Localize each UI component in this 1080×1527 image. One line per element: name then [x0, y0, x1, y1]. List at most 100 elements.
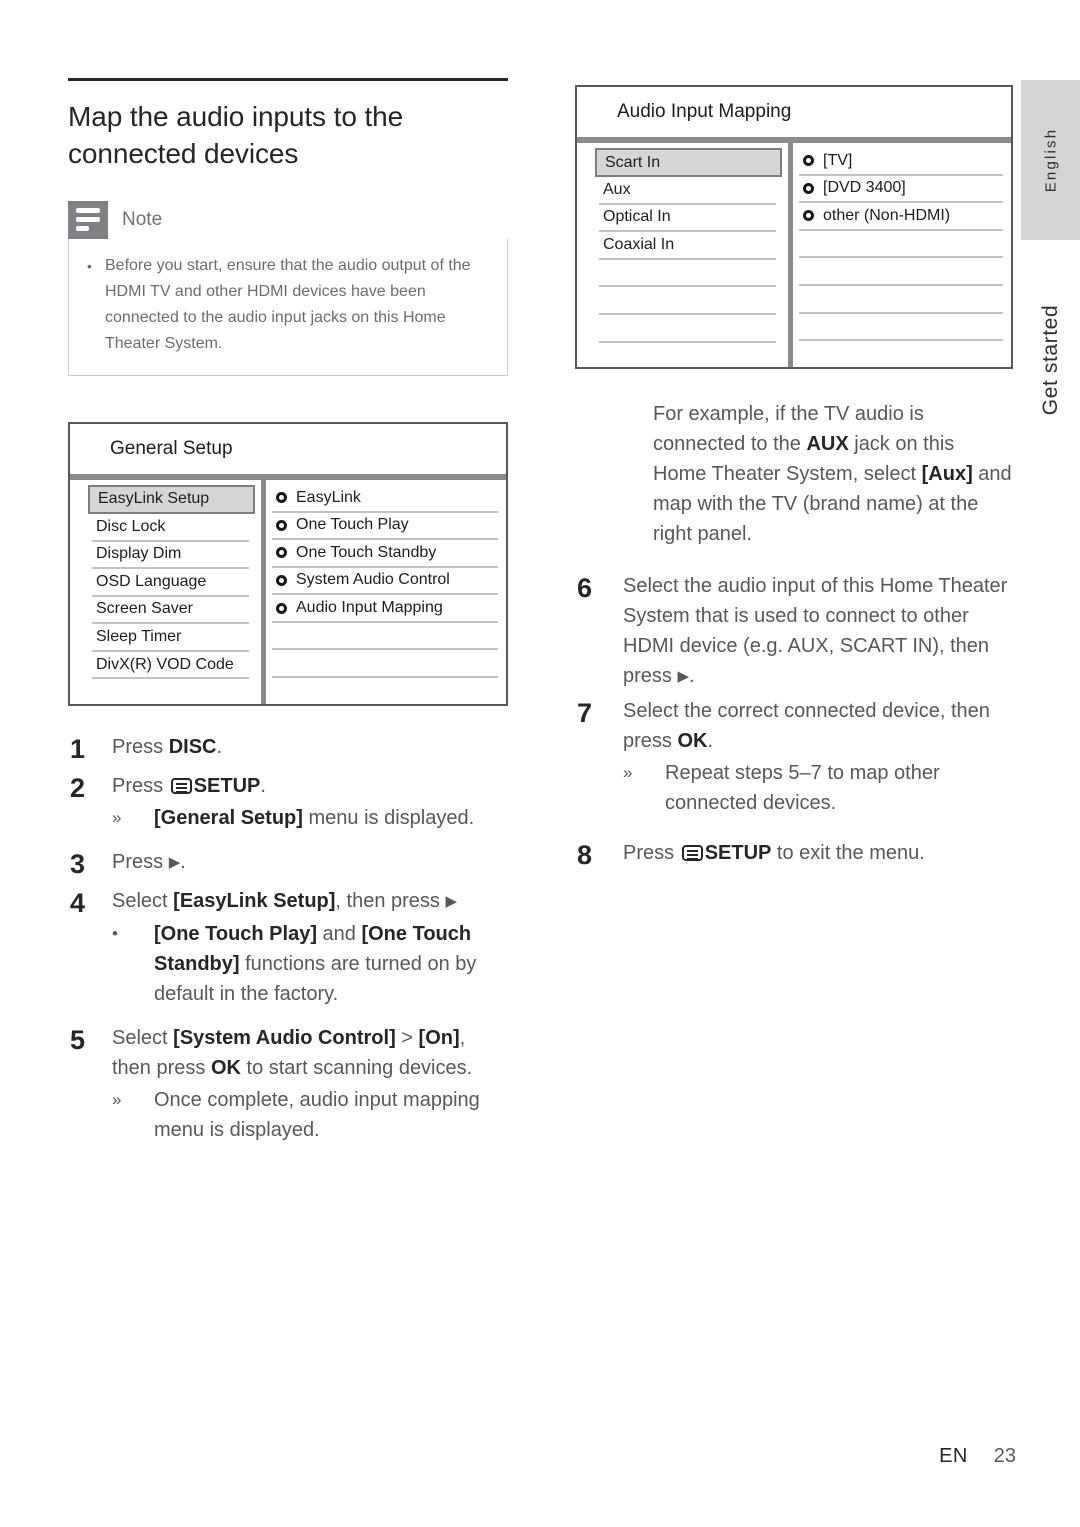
step-text-mid: >: [395, 1026, 419, 1049]
page-footer: EN 23: [0, 1445, 1016, 1468]
setup-icon: [170, 777, 192, 794]
menu-item-label: Optical In: [603, 208, 671, 226]
option-tv[interactable]: [TV]: [799, 148, 1003, 176]
option-easylink[interactable]: EasyLink: [272, 485, 498, 513]
section-tab: Get started: [1021, 260, 1080, 460]
menu-item-blank: [599, 287, 776, 315]
audio-input-mapping-menu-title: Audio Input Mapping: [577, 87, 1011, 143]
step-text-post: .: [689, 665, 695, 687]
audio-input-mapping-menu: Audio Input Mapping Scart In Aux Optical…: [575, 85, 1013, 369]
radio-icon: [276, 492, 287, 504]
key-setup: SETUP: [193, 774, 261, 797]
menu-item-blank: [599, 315, 776, 343]
option-audio-input-mapping[interactable]: Audio Input Mapping: [272, 595, 498, 623]
option-one-touch-standby[interactable]: One Touch Standby: [272, 540, 498, 568]
option-system-audio-control[interactable]: System Audio Control: [272, 568, 498, 596]
menu-item-aux[interactable]: Aux: [599, 177, 776, 205]
step-5-sub: » Once complete, audio input mapping men…: [112, 1085, 508, 1145]
audio-input-right-list: [TV] [DVD 3400] other (Non-HDMI): [793, 143, 1011, 367]
sub-marker: •: [112, 923, 118, 943]
sub-text: [One Touch Play] and [One Touch Standby]…: [154, 919, 508, 1009]
menu-item-label: OSD Language: [96, 572, 207, 590]
sub-marker: »: [623, 763, 633, 782]
title-rule: [68, 78, 508, 81]
menu-ref: [One Touch Play]: [154, 922, 317, 945]
menu-item-coaxial-in[interactable]: Coaxial In: [599, 232, 776, 260]
option-one-touch-play[interactable]: One Touch Play: [272, 513, 498, 541]
option-blank: [272, 650, 498, 679]
menu-item-label: Screen Saver: [96, 600, 193, 618]
step-text: Press SETUP. » [General Setup] menu is d…: [112, 771, 508, 833]
menu-item-sleep-timer[interactable]: Sleep Timer: [92, 624, 249, 652]
key-ok: OK: [210, 1056, 241, 1079]
step-text: Select the audio input of this Home Thea…: [623, 571, 1013, 692]
menu-item-disc-lock[interactable]: Disc Lock: [92, 514, 249, 542]
general-setup-menu-title: General Setup: [70, 424, 506, 480]
step-text-post: to start scanning devices.: [240, 1056, 473, 1079]
step-number: 4: [70, 887, 86, 918]
step-text-pre: Press: [112, 774, 169, 797]
menu-item-divx-vod-code[interactable]: DivX(R) VOD Code: [92, 652, 249, 680]
menu-item-scart-in[interactable]: Scart In: [595, 148, 782, 177]
steps-left: 1 Press DISC. 2 Press SETUP. » [General …: [68, 732, 508, 1145]
step-text: Select the correct connected device, the…: [623, 696, 1013, 818]
sub-text-mid: and: [316, 922, 362, 945]
menu-item-screen-saver[interactable]: Screen Saver: [92, 597, 249, 625]
general-setup-right-list: EasyLink One Touch Play One Touch Standb…: [266, 480, 506, 704]
page-title: Map the audio inputs to the connected de…: [68, 101, 404, 169]
right-arrow-icon: ▶: [445, 892, 458, 910]
menu-ref: [General Setup]: [154, 806, 303, 829]
step-2-sub: » [General Setup] menu is displayed.: [112, 803, 508, 833]
option-blank: [799, 341, 1003, 369]
audio-input-left-list: Scart In Aux Optical In Coaxial In: [577, 143, 793, 367]
menu-item-label: EasyLink Setup: [98, 490, 210, 508]
sub-text: [General Setup] menu is displayed.: [154, 803, 508, 833]
step-text-post: .: [260, 774, 266, 797]
option-label: One Touch Standby: [296, 543, 437, 561]
option-blank: [799, 314, 1003, 342]
sub-marker: »: [112, 807, 122, 827]
sub-marker: »: [112, 1089, 122, 1109]
step-2: 2 Press SETUP. » [General Setup] menu is…: [68, 771, 508, 833]
option-other-non-hdmi[interactable]: other (Non-HDMI): [799, 203, 1003, 231]
option-label: System Audio Control: [296, 571, 450, 589]
step-text-mid: , then press: [335, 889, 446, 912]
step-number: 8: [577, 840, 593, 870]
option-blank: [799, 231, 1003, 259]
menu-item-blank: [599, 343, 776, 371]
step-1: 1 Press DISC.: [68, 732, 508, 767]
menu-item-easylink-setup[interactable]: EasyLink Setup: [88, 484, 255, 514]
menu-item-display-dim[interactable]: Display Dim: [92, 542, 249, 570]
menu-item-osd-language[interactable]: OSD Language: [92, 569, 249, 597]
option-label: One Touch Play: [296, 516, 409, 534]
note-box: • Before you start, ensure that the audi…: [68, 238, 508, 376]
document-page: English Get started Map the audio inputs…: [0, 0, 1080, 1527]
left-column: Map the audio inputs to the connected de…: [68, 78, 508, 1149]
radio-icon: [803, 210, 814, 222]
menu-item-optical-in[interactable]: Optical In: [599, 205, 776, 233]
step-text-post: to exit the menu.: [771, 842, 925, 864]
step-text: Press SETUP to exit the menu.: [623, 838, 1013, 873]
option-dvd-3400[interactable]: [DVD 3400]: [799, 176, 1003, 204]
footer-page-number: 23: [993, 1445, 1016, 1467]
step-number: 1: [70, 733, 86, 764]
step-4-sub: • [One Touch Play] and [One Touch Standb…: [112, 919, 508, 1009]
setup-icon: [681, 845, 703, 861]
audio-input-mapping-menu-body: Scart In Aux Optical In Coaxial In [TV] …: [577, 143, 1011, 367]
general-setup-left-list: EasyLink Setup Disc Lock Display Dim OSD…: [70, 479, 266, 704]
sub-text: Once complete, audio input mapping menu …: [154, 1088, 480, 1141]
step-3: 3 Press ▶.: [68, 847, 508, 882]
note-bullet: •: [87, 257, 92, 274]
general-setup-menu: General Setup EasyLink Setup Disc Lock D…: [68, 421, 508, 706]
language-tab-label: English: [1042, 127, 1059, 193]
step-text-post: .: [707, 730, 714, 752]
option-label: [DVD 3400]: [823, 179, 906, 197]
step-text-post: .: [216, 735, 223, 758]
step-4: 4 Select [EasyLink Setup], then press ▶ …: [68, 886, 508, 1009]
key-ok: OK: [677, 730, 708, 752]
step-number: 3: [70, 848, 86, 879]
option-blank: [272, 678, 498, 706]
step-8: 8 Press SETUP to exit the menu.: [575, 838, 1013, 873]
example-paragraph-block: For example, if the TV audio is connecte…: [575, 399, 1013, 549]
step-text-pre: Press: [112, 735, 169, 758]
